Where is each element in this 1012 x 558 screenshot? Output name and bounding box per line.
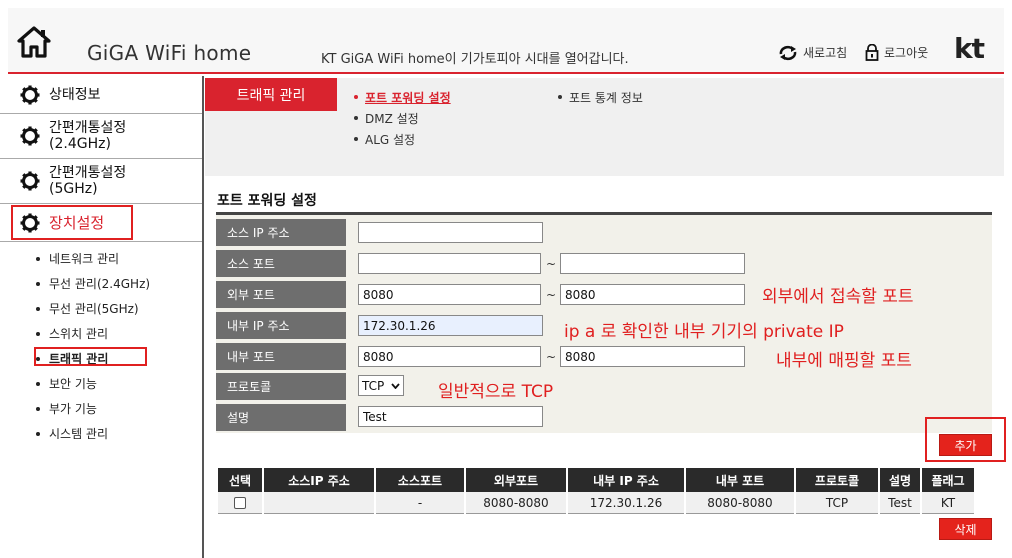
table-cell: 172.30.1.26: [568, 492, 686, 514]
table-cell: TCP: [796, 492, 880, 514]
kt-logo: kt: [954, 32, 985, 65]
source-port-to-input[interactable]: [560, 253, 745, 274]
table-cell-select: [218, 492, 264, 514]
row-select-checkbox[interactable]: [234, 497, 246, 509]
sidebar-item-label: 장치설정: [49, 213, 105, 232]
home-icon[interactable]: [17, 25, 51, 59]
gear-icon: [20, 171, 40, 191]
submenu-item-system[interactable]: 시스템 관리: [0, 421, 202, 446]
table-cell: 8080-8080: [466, 492, 568, 514]
gear-icon: [20, 85, 40, 104]
label-internal-port: 내부 포트: [216, 343, 346, 370]
refresh-label: 새로고침: [803, 46, 848, 60]
header-tagline: KT GiGA WiFi home이 기가토피아 시대를 열어갑니다.: [321, 52, 629, 67]
submenu-item-extra[interactable]: 부가 기능: [0, 396, 202, 421]
column-header: 소스IP 주소: [264, 468, 376, 492]
column-header: 선택: [218, 468, 264, 492]
source-ip-input[interactable]: [358, 222, 543, 243]
chevron-down-icon: [391, 382, 400, 389]
external-port-to-input[interactable]: [560, 284, 745, 305]
sidebar: 상태정보 간편개통설정 (2.4GHz) 간편개통설정 (5GHz) 장치설정: [0, 76, 204, 558]
column-header: 내부 IP 주소: [568, 468, 686, 492]
tab-link-dmz[interactable]: DMZ 설정: [354, 110, 419, 127]
tab-link-port-forwarding[interactable]: 포트 포워딩 설정: [354, 89, 451, 106]
submenu-item-security[interactable]: 보안 기능: [0, 371, 202, 396]
router-admin-page: GiGA WiFi home KT GiGA WiFi home이 기가토피아 …: [0, 0, 1012, 558]
submenu-item-network[interactable]: 네트워크 관리: [0, 246, 202, 271]
submenu-item-traffic[interactable]: 트래픽 관리: [0, 346, 202, 371]
label-source-ip: 소스 IP 주소: [216, 219, 346, 246]
annotation-internal-ip: ip a 로 확인한 내부 기기의 private IP: [564, 322, 844, 342]
sidebar-item-label: 간편개통설정 (2.4GHz): [49, 120, 127, 152]
section-title: 포트 포워딩 설정: [217, 193, 317, 209]
range-tilde: ~: [546, 257, 557, 271]
table-cell: [264, 492, 376, 514]
table-cell: 8080-8080: [686, 492, 796, 514]
tab-link-port-stats[interactable]: 포트 통계 정보: [558, 89, 643, 106]
table-cell: -: [376, 492, 466, 514]
submenu-item-switch[interactable]: 스위치 관리: [0, 321, 202, 346]
range-tilde: ~: [546, 350, 557, 364]
external-port-from-input[interactable]: [358, 284, 541, 305]
sidebar-item-status[interactable]: 상태정보: [0, 76, 202, 114]
column-header: 소스포트: [376, 468, 466, 492]
label-source-port: 소스 포트: [216, 250, 346, 277]
submenu-item-wireless-5ghz[interactable]: 무선 관리(5GHz): [0, 296, 202, 321]
delete-button[interactable]: 삭제: [939, 518, 992, 540]
table-cell: Test: [880, 492, 922, 514]
sidebar-item-quick-setup-24ghz[interactable]: 간편개통설정 (2.4GHz): [0, 114, 202, 159]
table-cell: KT: [940, 496, 956, 510]
internal-ip-input[interactable]: [358, 315, 543, 336]
refresh-icon: [779, 45, 797, 60]
gear-icon: [20, 213, 40, 232]
sidebar-item-quick-setup-5ghz[interactable]: 간편개통설정 (5GHz): [0, 159, 202, 204]
lock-icon: [865, 44, 879, 61]
annotation-external-port: 외부에서 접속할 포트: [762, 287, 914, 307]
sidebar-submenu: 네트워크 관리 무선 관리(2.4GHz) 무선 관리(5GHz) 스위치 관리…: [0, 242, 202, 446]
tab-title: 트래픽 관리: [205, 78, 337, 111]
column-header: 내부 포트: [686, 468, 796, 492]
refresh-button[interactable]: 새로고침: [778, 44, 847, 61]
gear-icon: [20, 126, 40, 146]
range-tilde: ~: [546, 288, 557, 302]
protocol-select-value: TCP: [362, 378, 385, 393]
label-external-port: 외부 포트: [216, 281, 346, 308]
table-row: - 8080-8080 172.30.1.26 8080-8080 TCP Te…: [218, 492, 974, 514]
protocol-select[interactable]: TCP: [358, 375, 404, 396]
logout-button[interactable]: 로그아웃: [865, 44, 928, 61]
label-internal-ip: 내부 IP 주소: [216, 312, 346, 339]
annotation-protocol: 일반적으로 TCP: [438, 382, 554, 402]
label-protocol: 프로토콜: [216, 373, 346, 400]
tab-link-alg[interactable]: ALG 설정: [353, 131, 415, 148]
source-port-from-input[interactable]: [358, 253, 541, 274]
top-header: GiGA WiFi home KT GiGA WiFi home이 기가토피아 …: [8, 8, 1004, 74]
column-header: 플래그: [922, 468, 974, 492]
internal-port-to-input[interactable]: [560, 346, 745, 367]
annotation-internal-port: 내부에 매핑할 포트: [776, 351, 912, 371]
sidebar-item-label: 간편개통설정 (5GHz): [49, 165, 127, 197]
column-header: 외부포트: [466, 468, 568, 492]
internal-port-from-input[interactable]: [358, 346, 541, 367]
tab-area: 트래픽 관리 포트 포워딩 설정 DMZ 설정 ALG 설정 포트 통계 정보: [205, 78, 1004, 176]
submenu-item-wireless-24ghz[interactable]: 무선 관리(2.4GHz): [0, 271, 202, 296]
label-description: 설명: [216, 404, 346, 431]
column-header: 프로토콜: [796, 468, 880, 492]
table-header: 선택 소스IP 주소 소스포트 외부포트 내부 IP 주소 내부 포트 프로토콜…: [218, 468, 974, 492]
sidebar-item-device-settings[interactable]: 장치설정: [0, 204, 202, 242]
add-button[interactable]: 추가: [939, 434, 992, 456]
logout-label: 로그아웃: [884, 46, 929, 60]
sidebar-item-label: 상태정보: [49, 86, 101, 103]
description-input[interactable]: [358, 406, 543, 427]
brand-title: GiGA WiFi home: [87, 41, 252, 65]
column-header: 설명: [880, 468, 922, 492]
